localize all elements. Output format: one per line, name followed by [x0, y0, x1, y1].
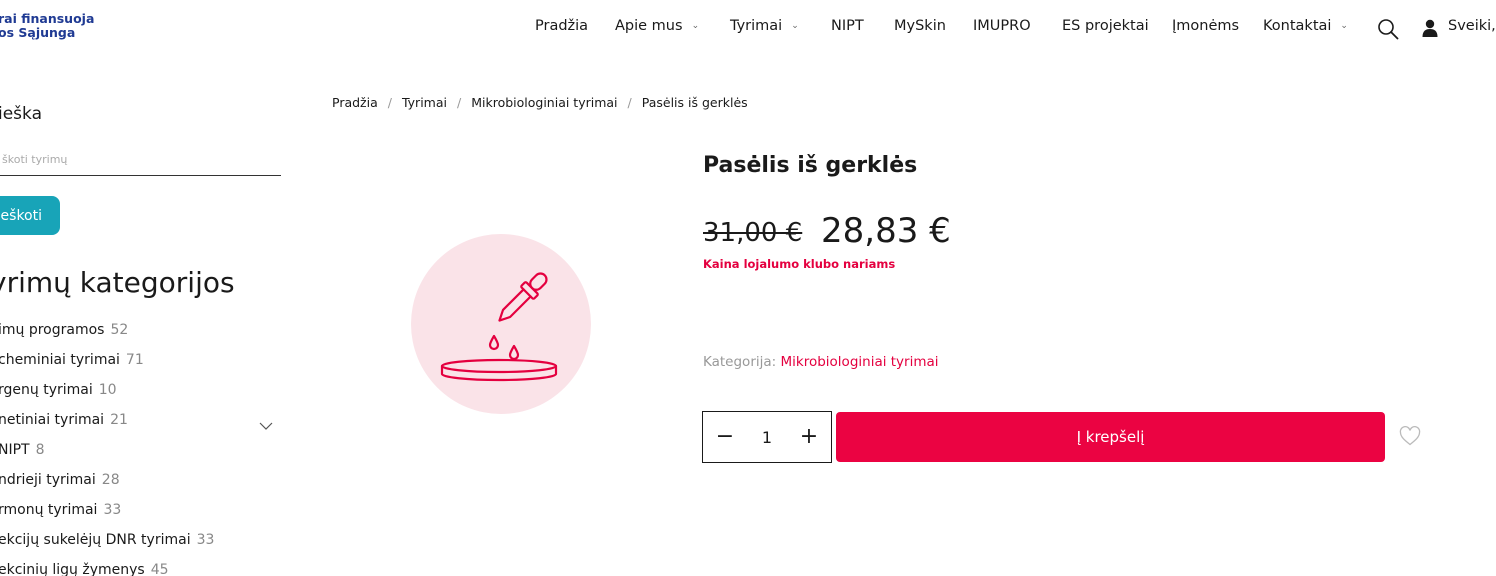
sidebar-search-input[interactable] [0, 143, 281, 176]
breadcrumb-link[interactable]: Tyrimai [402, 95, 447, 110]
category-item[interactable]: netiniai tyrimai 21 [0, 412, 214, 442]
loyalty-price-note: Kaina lojalumo klubo nariams [703, 257, 896, 271]
nav-item-apie-mus[interactable]: Apie mus ⌄ [615, 18, 699, 34]
quantity-decrease-button[interactable]: − [705, 412, 745, 462]
category-count: 8 [35, 442, 45, 458]
breadcrumb-separator: / [456, 95, 462, 110]
category-count: 52 [110, 322, 129, 338]
category-count: 71 [125, 352, 144, 368]
category-count: 28 [101, 472, 120, 488]
chevron-down-icon: ⌄ [1340, 21, 1348, 31]
category-label: Kategorija: [703, 354, 777, 370]
category-count: 33 [103, 502, 122, 518]
category-label: NIPT [0, 442, 30, 458]
user-greeting[interactable]: Sveiki, A [1448, 18, 1496, 34]
search-icon[interactable] [1377, 18, 1399, 40]
quantity-increase-button[interactable]: + [789, 412, 829, 462]
nav-item-imupro[interactable]: IMUPRO [973, 18, 1031, 34]
category-link[interactable]: Mikrobiologiniai tyrimai [781, 354, 939, 370]
category-item[interactable]: ekcijų sukelėjų DNR tyrimai 33 [0, 532, 214, 562]
add-to-cart-button[interactable]: Į krepšelį [836, 412, 1385, 462]
chevron-down-icon[interactable] [258, 420, 274, 432]
quantity-input[interactable] [745, 412, 789, 462]
price-old: 31,00 € [703, 218, 803, 248]
pipette-petri-dish-icon [440, 272, 558, 382]
category-item[interactable]: rmonų tyrimai 33 [0, 502, 214, 532]
price-new: 28,83 € [821, 211, 951, 251]
nav-item-nipt[interactable]: NIPT [831, 18, 864, 34]
category-item[interactable]: ndrieji tyrimai 28 [0, 472, 214, 502]
breadcrumb-link[interactable]: Mikrobiologiniai tyrimai [471, 95, 617, 110]
category-label: rgenų tyrimai [0, 382, 93, 398]
category-label: ndrieji tyrimai [0, 472, 96, 488]
nav-item-tyrimai[interactable]: Tyrimai ⌄ [730, 18, 799, 34]
product-category: Kategorija: Mikrobiologiniai tyrimai [703, 354, 939, 370]
category-item[interactable]: NIPT 8 [0, 442, 214, 472]
category-item[interactable]: ekcinių ligų žymenys 45 [0, 562, 214, 576]
categories-title: yrimų kategorijos [0, 266, 235, 299]
quantity-stepper: − + [702, 411, 832, 463]
product-title: Pasėlis iš gerklės [703, 153, 918, 178]
breadcrumb-current: Pasėlis iš gerklės [641, 95, 748, 110]
category-item[interactable]: rgenų tyrimai 10 [0, 382, 214, 412]
category-count: 33 [196, 532, 215, 548]
logo-line-1: rai finansuoja [0, 11, 95, 26]
category-count: 45 [150, 562, 169, 576]
sidebar-search-title: ieška [0, 104, 43, 124]
chevron-down-icon: ⌄ [691, 21, 700, 31]
category-label: cheminiai tyrimai [0, 352, 120, 368]
category-item[interactable]: cheminiai tyrimai 71 [0, 352, 214, 382]
logo[interactable]: rai finansuoja os Sąjunga [0, 12, 94, 40]
breadcrumb-link[interactable]: Pradžia [332, 95, 378, 110]
heart-icon[interactable] [1399, 426, 1421, 446]
nav-item-pradzia[interactable]: Pradžia [535, 18, 588, 34]
breadcrumb-separator: / [387, 95, 392, 110]
category-item[interactable]: imų programos 52 [0, 322, 214, 352]
category-count: 21 [110, 412, 128, 428]
category-label: imų programos [0, 322, 105, 338]
sidebar-search-button[interactable]: eškoti [0, 196, 60, 235]
categories-list: imų programos 52 cheminiai tyrimai 71 rgen… [0, 322, 214, 576]
breadcrumb: Pradžia / Tyrimai / Mikrobiologiniai tyrimai… [332, 95, 748, 110]
logo-line-2: os Sąjunga [0, 25, 76, 40]
breadcrumb-separator: / [627, 95, 632, 110]
nav-item-imonems[interactable]: Įmonėms [1172, 18, 1239, 34]
nav-item-myskin[interactable]: MySkin [894, 18, 946, 34]
category-label: ekcijų sukelėjų DNR tyrimai [0, 532, 191, 548]
category-count: 10 [98, 382, 117, 398]
chevron-down-icon: ⌄ [791, 21, 799, 31]
category-label: rmonų tyrimai [0, 502, 98, 518]
category-label: ekcinių ligų žymenys [0, 562, 145, 576]
category-label: netiniai tyrimai [0, 412, 105, 428]
user-icon[interactable] [1422, 19, 1438, 37]
nav-item-kontaktai[interactable]: Kontaktai ⌄ [1263, 18, 1348, 34]
nav-item-es-projektai[interactable]: ES projektai [1062, 18, 1149, 34]
